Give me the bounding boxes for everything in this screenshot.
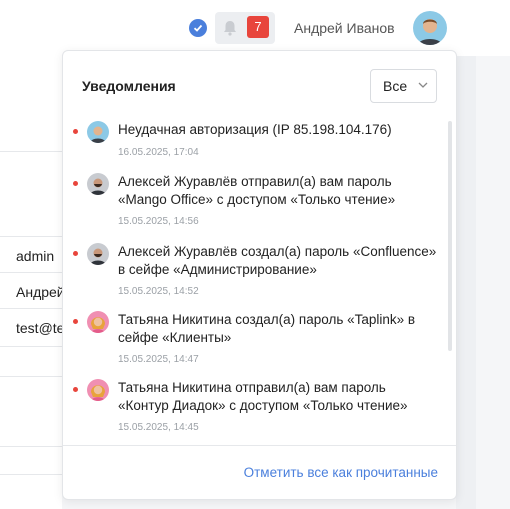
notification-text: Неудачная авторизация (IP 85.198.104.176…	[118, 122, 392, 137]
notifications-popup: Уведомления Все Неудачная авторизация (I…	[62, 50, 457, 500]
notification-date: 16.05.2025, 17:04	[118, 147, 199, 158]
divider	[0, 346, 62, 347]
notification-date: 15.05.2025, 14:52	[118, 286, 199, 297]
avatar	[87, 311, 109, 333]
divider	[63, 445, 456, 446]
divider	[0, 308, 62, 309]
popup-title: Уведомления	[82, 78, 176, 94]
notification-date: 15.05.2025, 14:47	[118, 354, 199, 365]
avatar	[87, 173, 109, 195]
avatar	[87, 121, 109, 143]
unread-dot-icon	[73, 181, 78, 186]
table-cell: Андрей	[16, 284, 62, 300]
avatar	[87, 243, 109, 265]
unread-dot-icon	[73, 387, 78, 392]
top-bar: 7 Андрей Иванов	[0, 0, 510, 56]
notification-date: 15.05.2025, 14:56	[118, 216, 199, 227]
chevron-down-icon	[418, 82, 428, 88]
notifications-button[interactable]: 7	[215, 12, 275, 44]
unread-dot-icon	[73, 319, 78, 324]
divider	[0, 236, 62, 237]
notification-list: Неудачная авторизация (IP 85.198.104.176…	[63, 117, 456, 439]
filter-select[interactable]: Все	[370, 69, 437, 103]
bell-icon	[224, 21, 236, 36]
filter-value: Все	[383, 78, 408, 94]
notification-text: Татьяна Никитина создал(а) пароль «Tapli…	[118, 312, 416, 345]
table-cell: admin	[16, 248, 55, 264]
divider	[0, 151, 62, 152]
avatar	[87, 379, 109, 401]
background-scroll-area	[456, 56, 476, 509]
notification-text: Татьяна Никитина отправил(а) вам пароль …	[118, 380, 408, 413]
unread-dot-icon	[73, 129, 78, 134]
mark-all-read-link[interactable]: Отметить все как прочитанные	[244, 465, 438, 480]
divider	[0, 376, 62, 377]
scrollbar[interactable]	[448, 121, 452, 351]
table-cell: test@te	[16, 320, 62, 336]
notification-text: Алексей Журавлёв отправил(а) вам пароль …	[118, 174, 396, 207]
divider	[0, 272, 62, 273]
user-avatar[interactable]	[413, 11, 447, 45]
user-name[interactable]: Андрей Иванов	[294, 20, 395, 36]
notification-count-badge: 7	[247, 16, 269, 38]
unread-dot-icon	[73, 251, 78, 256]
notification-text: Алексей Журавлёв создал(а) пароль «Confl…	[118, 244, 437, 277]
background-table: admin Андрей test@te	[0, 56, 62, 509]
verified-icon	[189, 19, 207, 37]
divider	[0, 446, 62, 447]
notification-date: 15.05.2025, 14:45	[118, 422, 199, 433]
divider	[0, 474, 62, 475]
